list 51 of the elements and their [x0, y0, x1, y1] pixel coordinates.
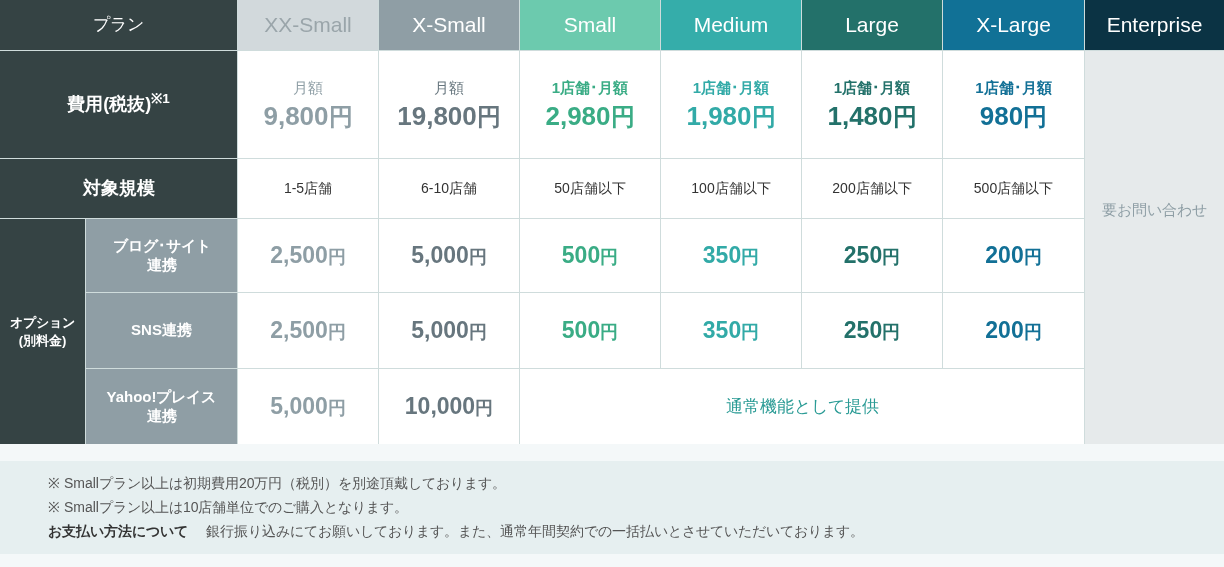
price: 2,500円: [270, 241, 346, 271]
table-cell: 6-10店舗: [379, 159, 519, 218]
price-unit: 1店舗･月額: [551, 78, 629, 98]
price: 5,000円: [270, 392, 346, 422]
contact-note: 要お問い合わせ: [1102, 200, 1207, 221]
option-label: Yahoo!プレイス 連携: [86, 369, 237, 444]
price: 1,980円: [686, 99, 776, 132]
plan-header: Medium: [661, 0, 801, 50]
price: 200円: [985, 241, 1042, 271]
price-unit: 1店舗･月額: [833, 78, 911, 98]
option-label: SNS連携: [86, 293, 237, 368]
plan-header: Large: [802, 0, 942, 50]
price: 500円: [561, 316, 619, 346]
plan-header: X-Large: [943, 0, 1084, 50]
row-label: 費用(税抜)$^{※1}$: [0, 51, 237, 158]
note-text: ※ Smallプラン以上は10店舗単位でのご購入となります。: [48, 498, 410, 517]
price: 10,000円: [404, 392, 494, 422]
price: 250円: [843, 241, 901, 271]
payment-text: 銀行振り込みにてお願いしております。また、通常年間契約での一括払いとさせていただいております。: [206, 522, 864, 541]
plan-header: Enterprise: [1085, 0, 1224, 50]
row-label: 対象規模: [0, 159, 237, 218]
included-note: 通常機能として提供: [725, 395, 879, 418]
table-cell: 500店舗以下: [943, 159, 1084, 218]
price: 9,800円: [263, 99, 353, 132]
price: 350円: [702, 241, 760, 271]
note-text: ※ Smallプラン以上は初期費用20万円（税別）を別途頂戴しております。: [48, 474, 508, 493]
price: 250円: [843, 316, 901, 346]
price-unit: 1店舗･月額: [975, 78, 1052, 98]
price: 19,800円: [397, 99, 501, 132]
price-unit: 月額: [434, 78, 464, 98]
table-cell: 200店舗以下: [802, 159, 942, 218]
group-label: オプション (別料金): [0, 219, 85, 444]
price: 5,000円: [411, 241, 487, 271]
price: 350円: [702, 316, 760, 346]
table-cell: 50店舗以下: [520, 159, 660, 218]
header-label: プラン: [0, 0, 237, 50]
price: 2,500円: [270, 316, 346, 346]
price: 980円: [979, 99, 1048, 132]
payment-title: お支払い方法について: [48, 522, 188, 541]
price: 2,980円: [545, 99, 635, 132]
option-label: ブログ･サイト 連携: [86, 219, 237, 292]
plan-header: Small: [520, 0, 660, 50]
price-unit: 月額: [293, 78, 323, 98]
table-cell: 1-5店舗: [238, 159, 378, 218]
price: 1,480円: [827, 99, 917, 132]
price-unit: 1店舗･月額: [692, 78, 770, 98]
price: 500円: [561, 241, 619, 271]
plan-header: X-Small: [379, 0, 519, 50]
table-cell: 100店舗以下: [661, 159, 801, 218]
price: 5,000円: [411, 316, 487, 346]
price: 200円: [985, 316, 1042, 346]
